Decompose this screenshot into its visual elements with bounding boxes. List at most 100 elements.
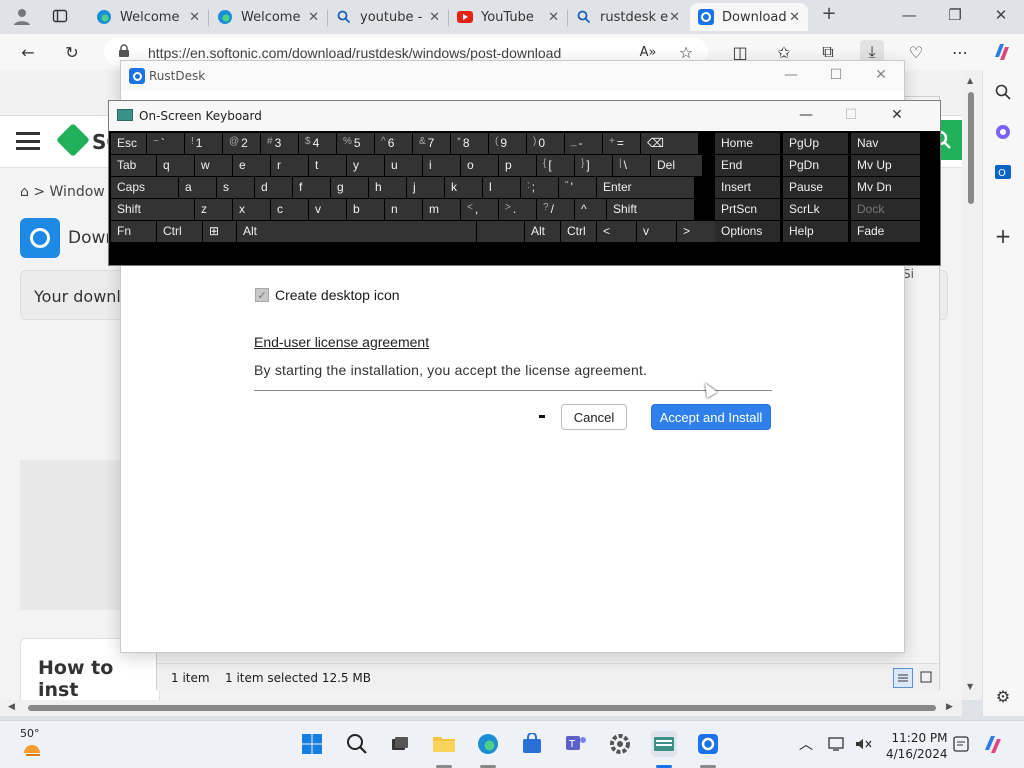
osk-nav-key[interactable]: PrtScn (715, 199, 780, 220)
weather-temp[interactable]: 50° (20, 727, 40, 740)
add-sidebar-icon[interactable]: + (991, 224, 1015, 248)
desktop-icon-option[interactable]: ✓ Create desktop icon (255, 287, 400, 303)
osk-key[interactable]: j (407, 177, 444, 198)
osk-nav-key[interactable]: End (715, 155, 780, 176)
osk-nav-key[interactable]: ScrLk (783, 199, 848, 220)
osk-key[interactable]: z (195, 199, 232, 220)
osk-key[interactable]: & 7 (413, 133, 450, 154)
osk-key[interactable]: o (461, 155, 498, 176)
close-icon[interactable]: ✕ (669, 10, 680, 25)
tab-welcome-2[interactable]: Welcome ✕ (209, 3, 327, 31)
osk-key[interactable]: | \ (613, 155, 650, 176)
osk-key[interactable]: #3 (261, 133, 298, 154)
osk-key[interactable]: r (271, 155, 308, 176)
edge-taskbar-icon[interactable] (475, 731, 501, 757)
close-icon[interactable]: ✕ (882, 107, 912, 123)
scroll-down-icon[interactable]: ▼ (967, 682, 973, 691)
restore-icon[interactable]: ❐ (940, 6, 970, 24)
osk-key[interactable]: q (157, 155, 194, 176)
profile-avatar-icon[interactable] (10, 4, 34, 28)
new-tab-icon[interactable]: + (814, 3, 844, 24)
close-icon[interactable]: ✕ (429, 10, 440, 25)
osk-key[interactable]: k (445, 177, 482, 198)
m365-icon[interactable] (991, 120, 1015, 144)
osk-key[interactable]: a (179, 177, 216, 198)
osk-key[interactable]: Ctrl (157, 221, 202, 242)
softonic-logo-icon[interactable] (56, 123, 90, 157)
search-icon[interactable] (344, 731, 370, 757)
close-icon[interactable]: ✕ (308, 10, 319, 25)
more-menu-icon[interactable]: ⋯ (948, 40, 972, 64)
maximize-icon[interactable]: ☐ (821, 67, 851, 83)
osk-taskbar-icon[interactable] (651, 731, 677, 757)
close-icon[interactable]: ✕ (189, 10, 200, 25)
osk-key[interactable]: Del (651, 155, 702, 176)
osk-key[interactable]: f (293, 177, 330, 198)
osk-key[interactable]: ~ ` (147, 133, 184, 154)
osk-key[interactable]: ^ (575, 199, 606, 220)
osk-key[interactable]: ⊞ (203, 221, 236, 242)
osk-key[interactable]: {[ (537, 155, 574, 176)
tab-youtube-search[interactable]: youtube - ✕ (328, 3, 448, 31)
close-icon[interactable]: ✕ (866, 67, 896, 83)
osk-nav-key[interactable]: Options (715, 221, 780, 242)
scrollbar-thumb[interactable] (28, 705, 936, 711)
osk-key[interactable]: b (347, 199, 384, 220)
osk-key[interactable]: < (597, 221, 636, 242)
osk-key[interactable]: % 5 (337, 133, 374, 154)
osk-key[interactable]: p (499, 155, 536, 176)
back-icon[interactable]: ← (16, 40, 40, 64)
osk-key[interactable]: <, (461, 199, 498, 220)
close-icon[interactable]: ✕ (789, 10, 800, 25)
copilot-taskbar-icon[interactable] (980, 731, 1006, 757)
settings-gear-icon[interactable]: ⚙ (991, 684, 1015, 708)
osk-nav-key[interactable]: Home (715, 133, 780, 154)
file-explorer-icon[interactable] (431, 731, 457, 757)
task-view-icon[interactable] (387, 731, 413, 757)
osk-nav-key[interactable]: Pause (783, 177, 848, 198)
page-vertical-scrollbar[interactable]: ▲ ▼ (962, 70, 982, 700)
network-icon[interactable] (824, 731, 850, 757)
osk-key[interactable]: * 8 (451, 133, 488, 154)
osk-key[interactable]: _ - (565, 133, 602, 154)
show-hidden-icons-icon[interactable]: ︿ (793, 731, 819, 757)
osk-key[interactable]: d (255, 177, 292, 198)
osk-nav-key[interactable]: PgUp (783, 133, 848, 154)
osk-key[interactable]: + = (603, 133, 640, 154)
osk-key[interactable]: Tab (111, 155, 156, 176)
osk-key[interactable]: s (217, 177, 254, 198)
osk-key[interactable]: }] (575, 155, 612, 176)
osk-key[interactable]: Alt (237, 221, 476, 242)
outlook-icon[interactable]: O (991, 160, 1015, 184)
tab-welcome-1[interactable]: Welcome ✕ (88, 3, 208, 31)
cancel-button[interactable]: Cancel (561, 404, 627, 430)
osk-nav-key[interactable]: PgDn (783, 155, 848, 176)
osk-key[interactable]: c (271, 199, 308, 220)
tab-actions-icon[interactable] (48, 4, 72, 28)
osk-nav-key[interactable]: Fade (851, 221, 920, 242)
osk-key[interactable]: x (233, 199, 270, 220)
osk-key[interactable]: ^ 6 (375, 133, 412, 154)
tiles-view-icon[interactable] (917, 668, 937, 688)
osk-nav-key[interactable]: Insert (715, 177, 780, 198)
osk-key[interactable]: v (637, 221, 676, 242)
osk-key[interactable]: v (309, 199, 346, 220)
osk-key[interactable]: Shift (111, 199, 194, 220)
accept-and-install-button[interactable]: Accept and Install (651, 404, 771, 430)
copilot-icon[interactable] (990, 40, 1014, 64)
osk-key[interactable]: (9 (489, 133, 526, 154)
osk-key[interactable]: w (195, 155, 232, 176)
minimize-icon[interactable]: — (894, 6, 924, 24)
osk-key[interactable]: ) 0 (527, 133, 564, 154)
osk-key[interactable]: n (385, 199, 422, 220)
osk-key[interactable]: ! 1 (185, 133, 222, 154)
tab-youtube[interactable]: YouTube ✕ (449, 3, 567, 31)
tab-download-active[interactable]: Download ✕ (690, 3, 808, 31)
details-view-icon[interactable] (893, 668, 913, 688)
osk-key[interactable]: Shift (607, 199, 694, 220)
osk-nav-key[interactable]: Mv Dn (851, 177, 920, 198)
osk-key[interactable]: l (483, 177, 520, 198)
osk-key[interactable]: Caps (111, 177, 178, 198)
hamburger-menu-icon[interactable] (16, 132, 40, 150)
osk-key[interactable]: $4 (299, 133, 336, 154)
